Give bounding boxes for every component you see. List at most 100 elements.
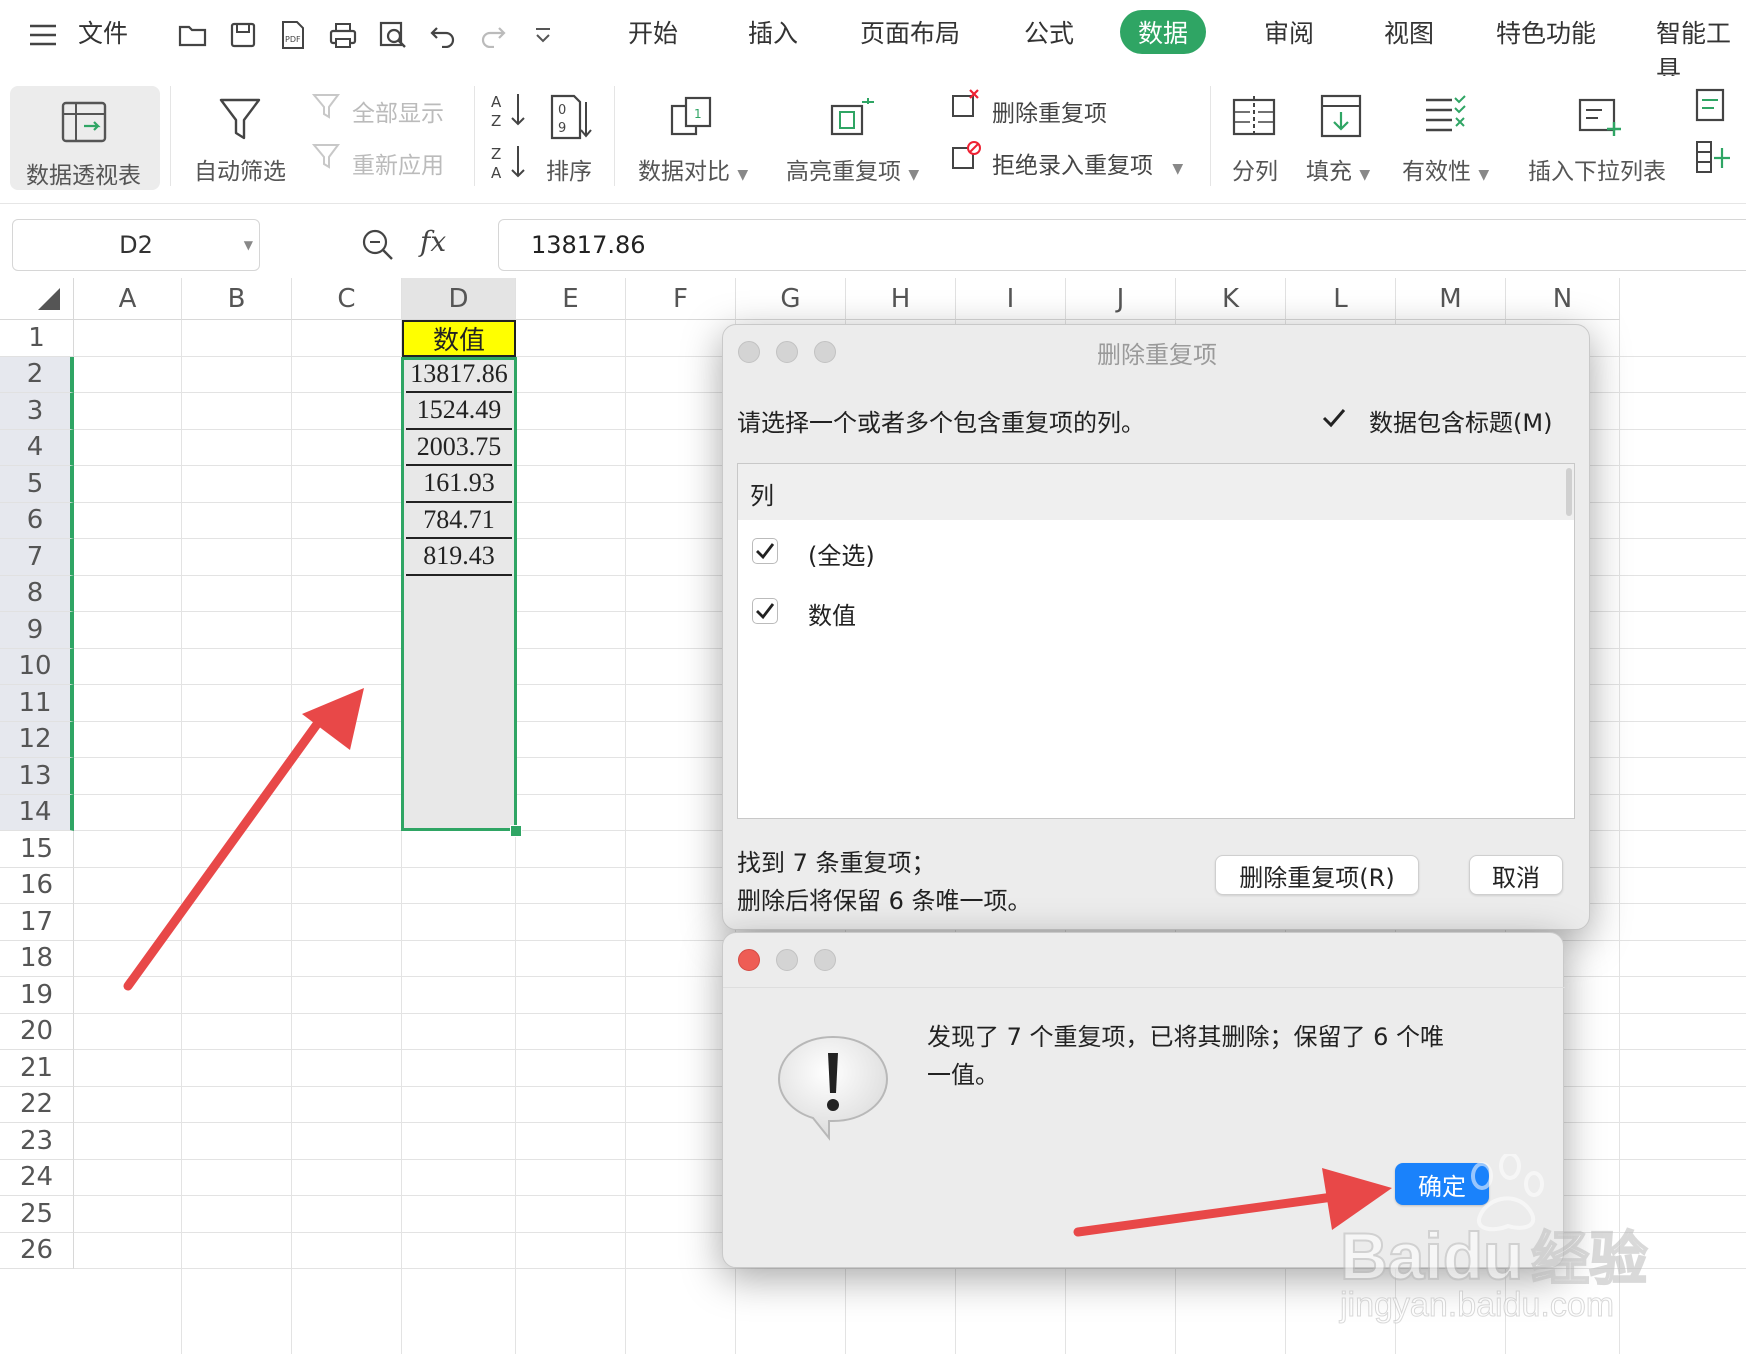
row-header-26[interactable]: 26 [0,1232,74,1269]
row-header-12[interactable]: 12 [0,721,74,758]
row-header-20[interactable]: 20 [0,1013,74,1050]
zoom-window-button[interactable] [814,949,836,971]
select-all-checkbox[interactable] [752,538,778,564]
smart-tools-icon[interactable] [1694,86,1734,126]
undo-icon[interactable] [426,18,460,52]
column-header-c[interactable]: C [292,278,402,320]
column-header-j[interactable]: J [1066,278,1176,320]
value-cell[interactable]: 161.93 [406,466,512,503]
menu-page-layout[interactable]: 页面布局 [860,14,960,50]
row-header-10[interactable]: 10 [0,648,74,685]
auto-filter-button[interactable]: 自动筛选 [194,152,286,186]
column-header-b[interactable]: B [182,278,292,320]
row-header-11[interactable]: 11 [0,685,74,722]
zoom-search-icon[interactable] [360,227,396,263]
value-cell[interactable]: 819.43 [406,539,512,576]
remove-duplicates-button[interactable]: 删除重复项 [992,94,1107,128]
row-header-6[interactable]: 6 [0,502,74,539]
header-cell-d1[interactable]: 数值 [402,320,516,357]
value-cell[interactable]: 13817.86 [406,357,512,393]
cancel-button[interactable]: 取消 [1469,855,1563,895]
row-header-24[interactable]: 24 [0,1159,74,1196]
split-column-icon[interactable] [1230,94,1278,140]
hamburger-icon[interactable] [26,18,60,52]
column-header-a[interactable]: A [74,278,182,320]
filter-icon[interactable] [218,96,262,142]
reject-duplicates-button[interactable]: 拒绝录入重复项 ▼ [992,146,1183,180]
sort-icon[interactable]: 09 [546,92,594,142]
reapply-button[interactable]: 重新应用 [352,146,444,180]
row-header-16[interactable]: 16 [0,867,74,904]
column-header-k[interactable]: K [1176,278,1286,320]
row-header-4[interactable]: 4 [0,429,74,466]
insert-table-icon[interactable] [1694,138,1734,178]
column-header-h[interactable]: H [846,278,956,320]
pivot-table-button[interactable]: 数据透视表 [10,86,160,190]
sort-button[interactable]: 排序 [546,152,592,186]
row-header-21[interactable]: 21 [0,1050,74,1087]
row-header-23[interactable]: 23 [0,1123,74,1160]
column-header-f[interactable]: F [626,278,736,320]
fill-icon[interactable] [1318,92,1364,140]
remove-duplicates-confirm-button[interactable]: 删除重复项(R) [1215,855,1419,895]
column-header-i[interactable]: I [956,278,1066,320]
value-cell[interactable]: 1524.49 [406,393,512,430]
column-header-e[interactable]: E [516,278,626,320]
data-compare-icon[interactable]: 1 [668,94,718,140]
value-cell[interactable]: 784.71 [406,503,512,539]
row-header-3[interactable]: 3 [0,393,74,430]
fill-handle[interactable] [510,825,522,837]
function-icon[interactable]: fx [420,225,446,258]
row-header-7[interactable]: 7 [0,539,74,576]
has-header-checkbox[interactable] [1321,405,1347,431]
print-icon[interactable] [326,18,360,52]
print-preview-icon[interactable] [376,18,410,52]
menu-formula[interactable]: 公式 [1024,14,1074,50]
row-header-14[interactable]: 14 [0,794,74,831]
fill-button[interactable]: 填充 ▼ [1306,152,1370,186]
formula-input[interactable]: 13817.86 [498,219,1746,271]
show-all-button[interactable]: 全部显示 [352,94,444,128]
column-header-m[interactable]: M [1396,278,1506,320]
menu-insert[interactable]: 插入 [748,14,798,50]
highlight-duplicates-icon[interactable] [828,94,880,140]
open-folder-icon[interactable] [176,18,210,52]
sort-descending-icon[interactable]: ZA [490,142,526,182]
menu-file[interactable]: 文件 [78,14,128,50]
row-header-5[interactable]: 5 [0,466,74,503]
close-window-button[interactable] [738,949,760,971]
highlight-duplicates-button[interactable]: 高亮重复项 ▼ [786,152,919,186]
column-header-n[interactable]: N [1506,278,1620,320]
insert-dropdown-button[interactable]: 插入下拉列表 [1528,152,1666,186]
row-header-2[interactable]: 2 [0,356,74,393]
insert-dropdown-icon[interactable] [1576,94,1624,140]
save-icon[interactable] [226,18,260,52]
list-scrollbar[interactable] [1566,468,1572,516]
pdf-export-icon[interactable]: PDF [276,18,310,52]
row-header-18[interactable]: 18 [0,940,74,977]
column-header-l[interactable]: L [1286,278,1396,320]
column-header-d[interactable]: D [402,278,516,320]
redo-icon[interactable] [476,18,510,52]
select-all-corner[interactable] [0,278,74,320]
row-header-22[interactable]: 22 [0,1086,74,1123]
ok-button[interactable]: 确定 [1395,1163,1489,1205]
menu-home[interactable]: 开始 [628,14,678,50]
validity-icon[interactable] [1422,94,1468,138]
sort-ascending-icon[interactable]: AZ [490,90,526,130]
row-header-9[interactable]: 9 [0,612,74,649]
row-header-15[interactable]: 15 [0,831,74,868]
row-header-13[interactable]: 13 [0,758,74,795]
minimize-window-button[interactable] [776,949,798,971]
chevron-down-icon[interactable]: ▼ [244,238,253,252]
menu-view[interactable]: 视图 [1384,14,1434,50]
value-cell[interactable]: 2003.75 [406,430,512,466]
data-compare-button[interactable]: 数据对比 ▼ [638,152,748,186]
row-header-25[interactable]: 25 [0,1196,74,1233]
validity-button[interactable]: 有效性 ▼ [1402,152,1489,186]
column-header-g[interactable]: G [736,278,846,320]
menu-special[interactable]: 特色功能 [1496,14,1596,50]
column-value-checkbox[interactable] [752,598,778,624]
name-box[interactable]: D2 ▼ [12,219,260,271]
menu-review[interactable]: 审阅 [1264,14,1314,50]
